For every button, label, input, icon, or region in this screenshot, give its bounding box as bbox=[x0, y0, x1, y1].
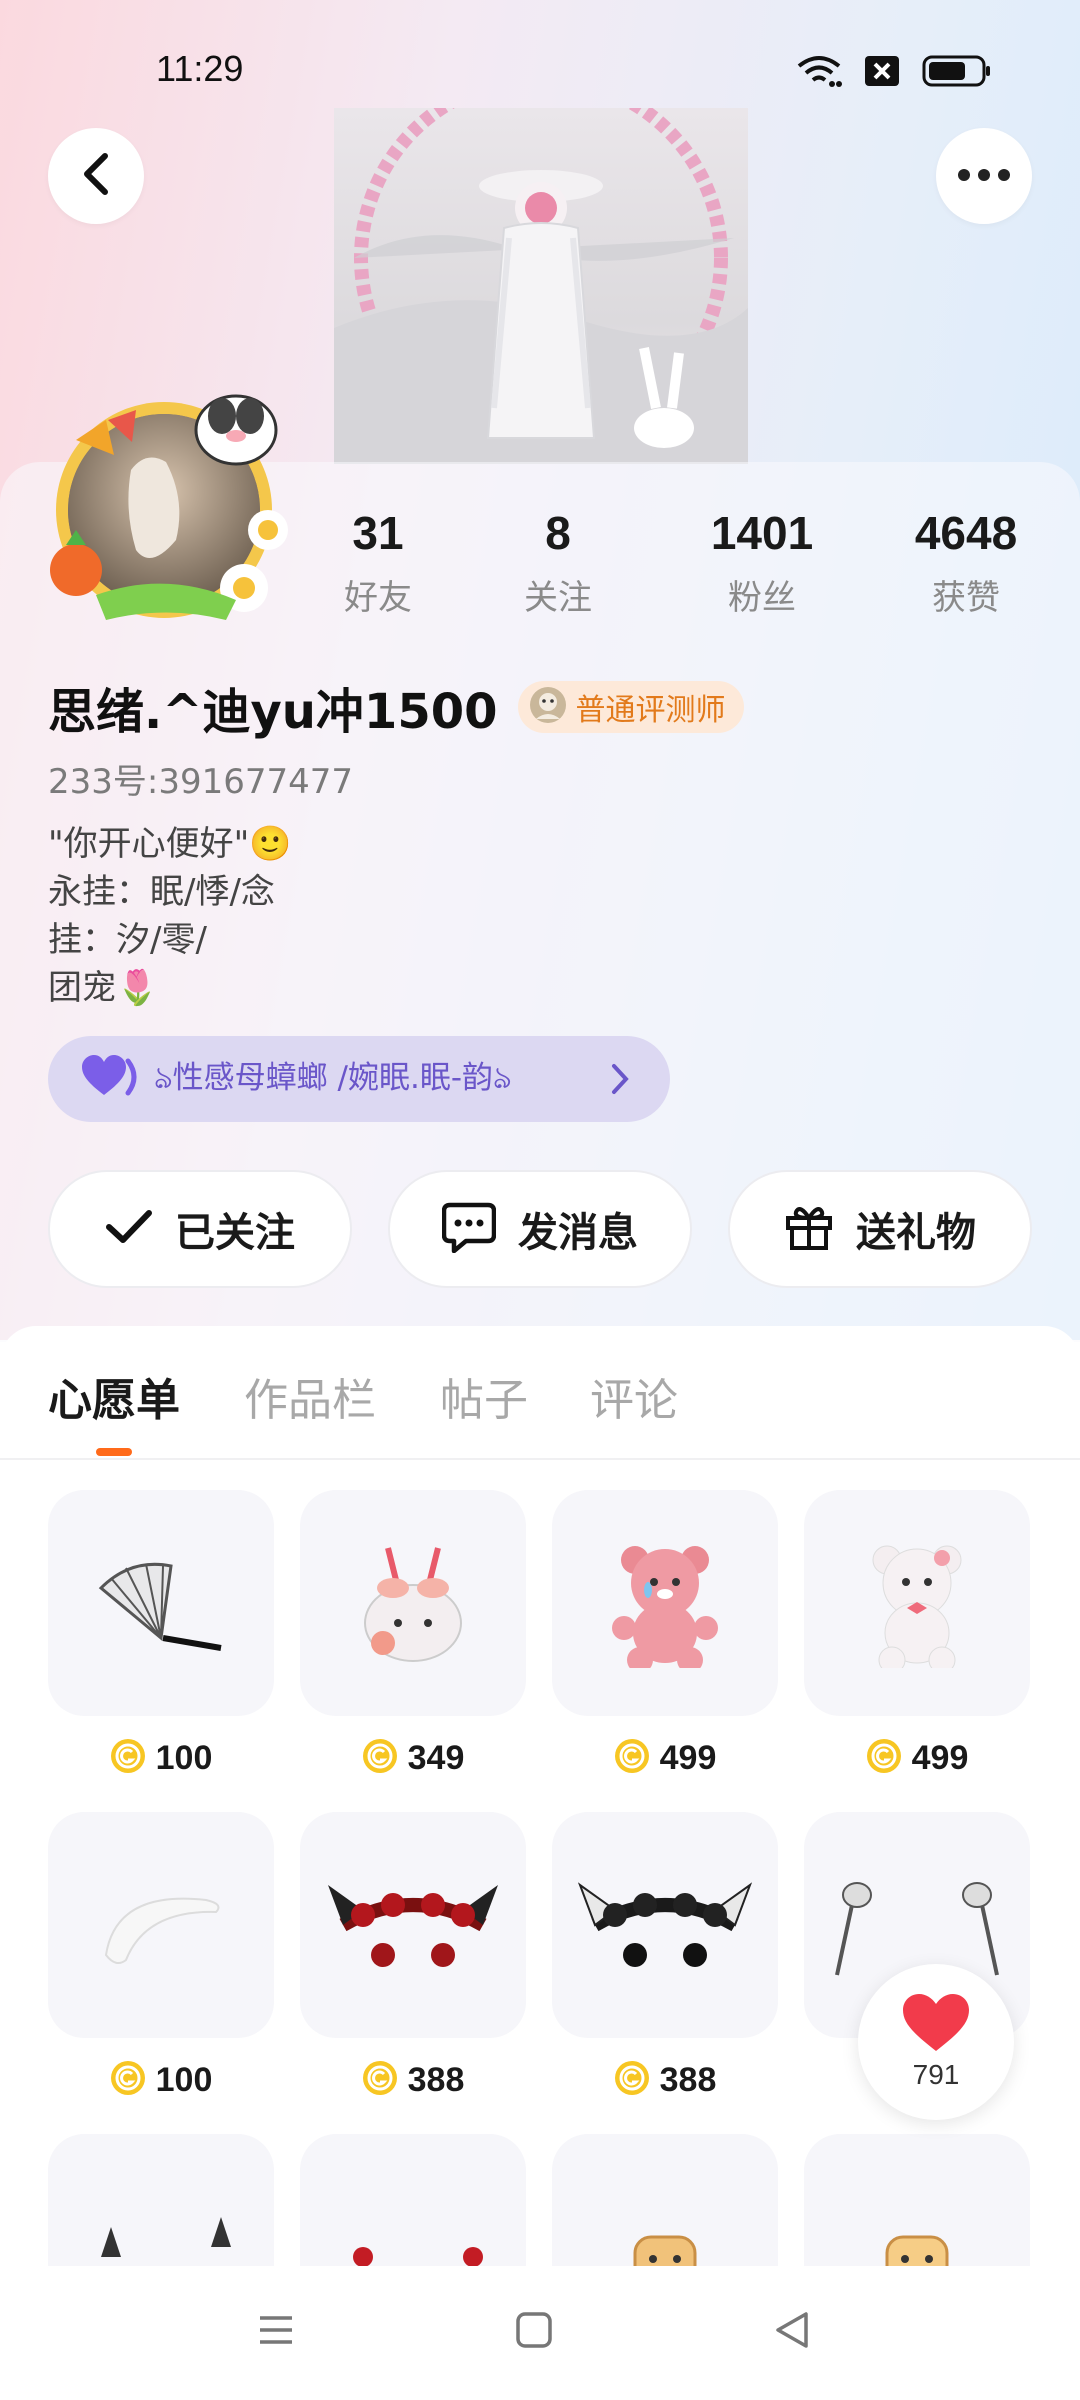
tab-posts[interactable]: 帖子 bbox=[440, 1364, 528, 1428]
username-row: 思绪.^迪yu冲1500 普通评测师 bbox=[48, 672, 744, 742]
tab-indicator bbox=[96, 1448, 132, 1456]
price-row: 499 bbox=[552, 1738, 778, 1778]
item-thumbnail bbox=[48, 1490, 274, 1716]
reviewer-badge[interactable]: 普通评测师 bbox=[517, 681, 744, 733]
wishlist-item-bunny-bag[interactable]: 349 bbox=[300, 1490, 526, 1778]
wifi-icon bbox=[796, 54, 842, 88]
badge-label: 普通评测师 bbox=[575, 693, 726, 728]
stat-value: 8 bbox=[545, 507, 571, 559]
wishlist-item-pink-bear[interactable]: 499 bbox=[552, 1490, 778, 1778]
stat-value: 4648 bbox=[914, 507, 1018, 559]
status-time: 11:29 bbox=[156, 48, 244, 89]
stat-label: 关注 bbox=[524, 578, 592, 618]
back-triangle-icon[interactable] bbox=[772, 2310, 812, 2354]
item-thumbnail bbox=[804, 1490, 1030, 1716]
chat-bubble-icon bbox=[441, 1201, 497, 1257]
bio: "你开心便好"🙂 永挂：眠/悸/念 挂：汐/零/ 团宠🌷 bbox=[48, 820, 292, 1012]
stat-label: 好友 bbox=[344, 578, 412, 618]
cover-image bbox=[334, 108, 748, 464]
stat-friends[interactable]: 31 好友 bbox=[298, 506, 458, 619]
checkmark-icon bbox=[105, 1209, 153, 1249]
stat-likes[interactable]: 4648 获赞 bbox=[886, 506, 1046, 619]
item-price: 388 bbox=[407, 2060, 465, 2099]
wishlist-item-white-bear[interactable]: 499 bbox=[804, 1490, 1030, 1778]
gold-coin-icon bbox=[110, 2060, 146, 2100]
tab-works[interactable]: 作品栏 bbox=[244, 1364, 376, 1428]
bio-line: 团宠🌷 bbox=[48, 968, 159, 1008]
menu-icon[interactable] bbox=[256, 2310, 296, 2354]
more-options-button[interactable] bbox=[936, 128, 1032, 224]
price-row: 100 bbox=[48, 1738, 274, 1778]
wishlist-item-white-headband[interactable]: 100 bbox=[48, 1812, 274, 2100]
price-row: 100 bbox=[48, 2060, 274, 2100]
username: 思绪.^迪yu冲1500 bbox=[48, 684, 498, 740]
tab-wishlist[interactable]: 心愿单 bbox=[48, 1364, 180, 1428]
item-thumbnail bbox=[48, 1812, 274, 2038]
gold-coin-icon bbox=[866, 1738, 902, 1778]
message-button[interactable]: 发消息 bbox=[388, 1170, 692, 1288]
stat-value: 1401 bbox=[710, 507, 814, 559]
heart-icon bbox=[901, 1993, 971, 2057]
stat-label: 获赞 bbox=[932, 578, 1000, 618]
more-dots-icon bbox=[957, 167, 1011, 186]
price-row: 349 bbox=[300, 1738, 526, 1778]
item-price: 100 bbox=[155, 2060, 213, 2099]
group-pill[interactable]: ঌ性感母蟑螂 /婉眠.眠-韵ঌ bbox=[48, 1036, 670, 1122]
followed-label: 已关注 bbox=[175, 1210, 295, 1256]
tab-comments[interactable]: 评论 bbox=[590, 1364, 678, 1428]
item-thumbnail bbox=[552, 1490, 778, 1716]
home-icon[interactable] bbox=[514, 2310, 554, 2354]
back-button[interactable] bbox=[48, 128, 144, 224]
bio-line: 挂：汐/零/ bbox=[48, 920, 207, 960]
send-gift-button[interactable]: 送礼物 bbox=[728, 1170, 1032, 1288]
system-nav-bar bbox=[0, 2266, 1080, 2400]
like-button[interactable]: 791 bbox=[858, 1964, 1014, 2120]
item-price: 388 bbox=[659, 2060, 717, 2099]
stat-followers[interactable]: 1401 粉丝 bbox=[682, 506, 842, 619]
user-id: 233号:391677477 bbox=[48, 762, 354, 802]
chevron-right-icon bbox=[610, 1062, 630, 1100]
gift-icon bbox=[784, 1202, 834, 1256]
price-row: 388 bbox=[300, 2060, 526, 2100]
item-thumbnail bbox=[300, 1490, 526, 1716]
heart-icon bbox=[82, 1055, 140, 1103]
reviewer-avatar-icon bbox=[528, 685, 568, 729]
gold-coin-icon bbox=[362, 2060, 398, 2100]
tab-divider bbox=[0, 1458, 1080, 1460]
item-price: 349 bbox=[407, 1738, 465, 1777]
gift-label: 送礼物 bbox=[856, 1210, 976, 1256]
wishlist-item-black-butterfly-headband[interactable]: 388 bbox=[552, 1812, 778, 2100]
bio-line: 永挂：眠/悸/念 bbox=[48, 872, 275, 912]
item-thumbnail bbox=[552, 1812, 778, 2038]
avatar[interactable] bbox=[36, 380, 296, 630]
price-row: 499 bbox=[804, 1738, 1030, 1778]
item-price: 100 bbox=[155, 1738, 213, 1777]
stat-label: 粉丝 bbox=[728, 578, 796, 618]
price-row: 388 bbox=[552, 2060, 778, 2100]
wishlist-item-fan[interactable]: 100 bbox=[48, 1490, 274, 1778]
gold-coin-icon bbox=[110, 1738, 146, 1778]
group-name: ঌ性感母蟑螂 /婉眠.眠-韵ঌ bbox=[154, 1060, 512, 1096]
no-sim-icon bbox=[864, 55, 900, 87]
followed-button[interactable]: 已关注 bbox=[48, 1170, 352, 1288]
like-count: 791 bbox=[912, 2059, 960, 2090]
item-price: 499 bbox=[659, 1738, 717, 1777]
status-icons bbox=[796, 54, 992, 88]
battery-icon bbox=[922, 55, 992, 87]
gold-coin-icon bbox=[614, 2060, 650, 2100]
bio-line: "你开心便好"🙂 bbox=[48, 824, 292, 864]
stat-value: 31 bbox=[352, 507, 404, 559]
stat-following[interactable]: 8 关注 bbox=[478, 506, 638, 619]
message-label: 发消息 bbox=[518, 1210, 638, 1256]
gold-coin-icon bbox=[362, 1738, 398, 1778]
wishlist-item-red-butterfly-headband[interactable]: 388 bbox=[300, 1812, 526, 2100]
item-price: 499 bbox=[911, 1738, 969, 1777]
chevron-left-icon bbox=[81, 152, 111, 200]
item-thumbnail bbox=[300, 1812, 526, 2038]
gold-coin-icon bbox=[614, 1738, 650, 1778]
